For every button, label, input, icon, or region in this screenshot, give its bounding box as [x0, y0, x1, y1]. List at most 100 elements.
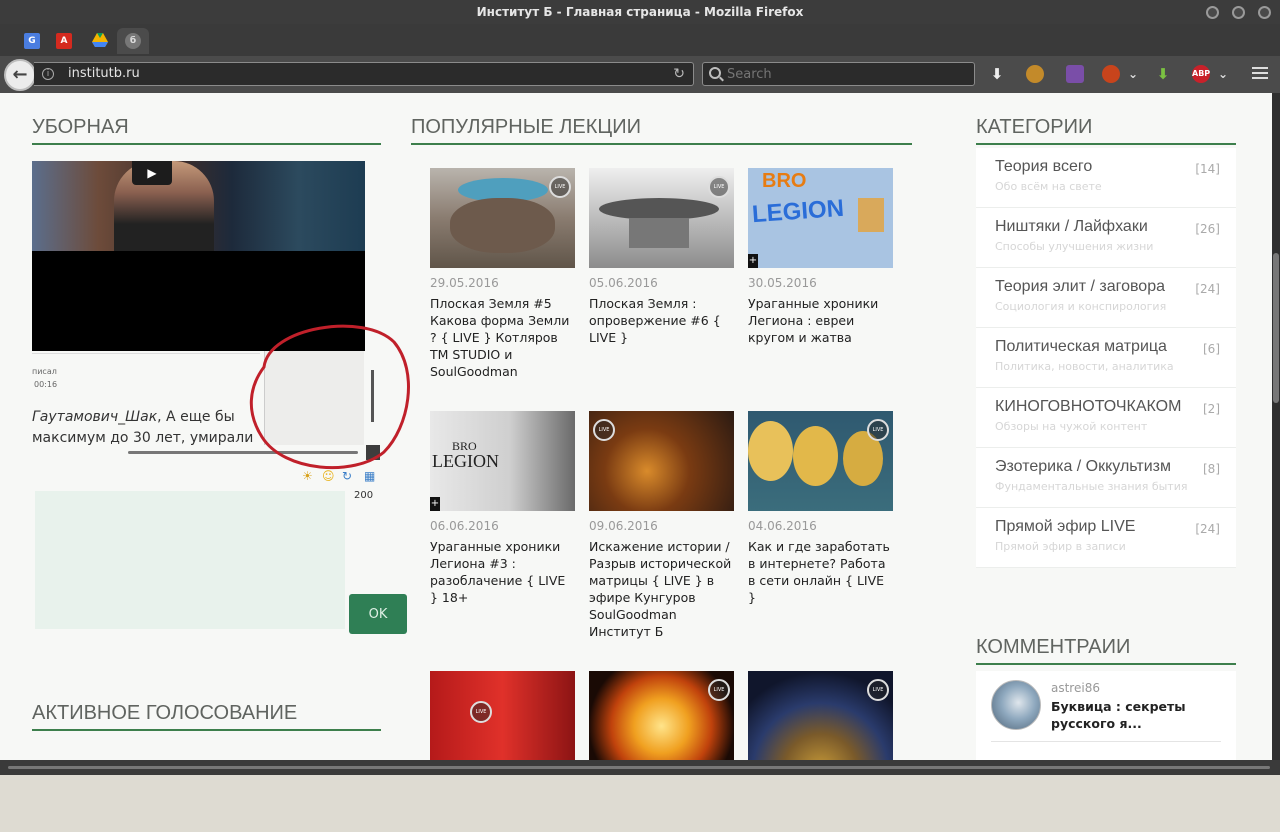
chat-message-input[interactable]	[35, 491, 345, 629]
tab-bar: G A б +	[0, 24, 1280, 73]
back-button[interactable]: ←	[4, 59, 36, 91]
extension-icon[interactable]	[1102, 65, 1120, 83]
url-bar[interactable]: i institutb.ru ↻	[34, 62, 694, 86]
lecture-date: 05.06.2016	[589, 276, 658, 290]
lecture-thumbnail[interactable]: LIVE	[430, 671, 575, 760]
comment-item[interactable]: astrei86 Буквица : секреты русского я...	[976, 671, 1236, 760]
chat-message-user[interactable]: Гаутамович_Шак	[32, 409, 157, 425]
lecture-date: 29.05.2016	[430, 276, 499, 290]
lecture-title[interactable]: Плоская Земля #5 Какова форма Земли ? { …	[430, 295, 575, 380]
category-item[interactable]: Политическая матрица [6] Политика, новости…	[976, 328, 1236, 388]
video-frame	[32, 161, 365, 251]
lecture-title[interactable]: Плоская Земля : опровержение #6 { LIVE }	[589, 295, 734, 346]
download-icon[interactable]: ⬇	[988, 65, 1006, 83]
lecture-thumbnail[interactable]: LIVE	[748, 671, 893, 760]
category-item[interactable]: Эзотерика / Оккультизм [8] Фундаментальные…	[976, 448, 1236, 508]
lecture-thumbnail[interactable]: BRO LEGION +	[748, 168, 893, 268]
lecture-thumbnail[interactable]: LIVE	[589, 168, 734, 268]
page-vertical-scrollbar[interactable]	[1272, 93, 1280, 760]
chat-meta: писал 00:16	[32, 367, 58, 389]
lecture-date: 30.05.2016	[748, 276, 817, 290]
navigation-toolbar: ← i institutb.ru ↻ ⬇ ⌄ ⬇ ABP ⌄	[0, 56, 1280, 93]
voting-section-title: АКТИВНОЕ ГОЛОСОВАНИЕ	[32, 702, 381, 731]
chat-side-panel	[264, 351, 364, 445]
search-bar[interactable]	[702, 62, 975, 86]
play-icon[interactable]: ▶	[132, 161, 172, 185]
video-player[interactable]: ▶	[32, 161, 365, 351]
chevron-down-icon[interactable]: ⌄	[1214, 65, 1232, 83]
window-titlebar: Институт Б - Главная страница - Mozilla …	[0, 0, 1280, 24]
url-text: institutb.ru	[68, 66, 140, 81]
emoji-toolbar: ☀ ☺ ↻ ▦	[302, 469, 382, 485]
chat-message: Гаутамович_Шак, А еще бы максимум до 30 …	[32, 407, 260, 449]
lecture-title[interactable]: Ураганные хроники Легиона : евреи кругом…	[748, 295, 893, 346]
refresh-icon[interactable]: ↻	[342, 469, 352, 483]
smile-icon[interactable]: ☀	[302, 469, 313, 483]
web-page: УБОРНАЯ ▶ писал 00:16 Гаутамович_Шак, А …	[0, 93, 1272, 760]
lecture-thumbnail[interactable]: LIVE	[748, 411, 893, 511]
category-item[interactable]: Теория всего [14] Обо всём на свете	[976, 148, 1236, 208]
scrollbar-corner	[366, 445, 380, 460]
adobe-reader-icon: A	[56, 33, 72, 49]
chat-section-title: УБОРНАЯ	[32, 116, 381, 145]
tab-google-translate[interactable]: G	[16, 28, 48, 54]
chat-horizontal-scrollbar[interactable]	[128, 451, 358, 454]
lecture-card[interactable]: LIVE 05.06.2016 Плоская Земля : опроверж…	[589, 168, 734, 346]
minimize-button[interactable]	[1206, 6, 1219, 19]
google-translate-icon: G	[24, 33, 40, 49]
category-item[interactable]: Ништяки / Лайфхаки [26] Способы улучшения …	[976, 208, 1236, 268]
close-window-button[interactable]	[1258, 6, 1271, 19]
avatar[interactable]	[991, 680, 1041, 730]
info-icon[interactable]: i	[42, 68, 54, 80]
page-horizontal-scrollbar[interactable]	[0, 760, 1280, 775]
lecture-date: 06.06.2016	[430, 519, 499, 533]
lecture-title[interactable]: Ураганные хроники Легиона #3 : разоблаче…	[430, 538, 575, 606]
reload-icon[interactable]: ↻	[673, 63, 685, 85]
lecture-card[interactable]: LIVE	[430, 671, 575, 760]
category-item[interactable]: КИНОГОВНОТОЧКАКОМ [2] Обзоры на чужой конт…	[976, 388, 1236, 448]
ok-button[interactable]: OK	[349, 594, 407, 634]
tab-adobe[interactable]: A	[48, 28, 80, 54]
comment-user[interactable]: astrei86	[1051, 681, 1100, 695]
google-drive-icon	[92, 32, 108, 51]
lecture-date: 04.06.2016	[748, 519, 817, 533]
chevron-down-icon[interactable]: ⌄	[1124, 65, 1142, 83]
lecture-card[interactable]: BRO LEGION + 06.06.2016 Ураганные хроник…	[430, 411, 575, 606]
search-icon	[709, 67, 721, 79]
lecture-thumbnail[interactable]: LIVE	[589, 671, 734, 760]
download-green-icon[interactable]: ⬇	[1154, 65, 1172, 83]
maximize-button[interactable]	[1232, 6, 1245, 19]
lecture-card[interactable]: LIVE	[589, 671, 734, 760]
lecture-date: 09.06.2016	[589, 519, 658, 533]
tab-google-drive[interactable]	[84, 28, 116, 54]
char-counter: 200	[354, 490, 374, 501]
lecture-thumbnail[interactable]: LIVE	[589, 411, 734, 511]
lecture-title[interactable]: Искажение истории / Разрыв исторической …	[589, 538, 734, 640]
chat-scrollbar[interactable]	[371, 370, 374, 422]
lectures-section-title: ПОПУЛЯРНЫЕ ЛЕКЦИИ	[411, 116, 912, 145]
categories-section-title: КАТЕГОРИИ	[976, 116, 1236, 145]
search-input[interactable]	[727, 65, 967, 83]
hamburger-menu-icon[interactable]	[1252, 67, 1268, 81]
extension-icon[interactable]	[1066, 65, 1084, 83]
emoji-icon[interactable]: ☺	[322, 469, 335, 483]
lecture-thumbnail[interactable]: BRO LEGION +	[430, 411, 575, 511]
settings-icon[interactable]: ▦	[364, 469, 375, 483]
institut-b-favicon: б	[125, 33, 141, 49]
lecture-card[interactable]: LIVE 09.06.2016 Искажение истории / Разр…	[589, 411, 734, 640]
lecture-card[interactable]: LIVE	[748, 671, 893, 760]
extension-icon[interactable]	[1026, 65, 1044, 83]
comment-text[interactable]: Буквица : секреты русского я...	[1051, 698, 1221, 732]
lecture-card[interactable]: LIVE 04.06.2016 Как и где заработать в и…	[748, 411, 893, 606]
lecture-thumbnail[interactable]: LIVE	[430, 168, 575, 268]
category-item[interactable]: Прямой эфир LIVE [24] Прямой эфир в записи	[976, 508, 1236, 568]
lecture-title[interactable]: Как и где заработать в интернете? Работа…	[748, 538, 893, 606]
adblock-icon[interactable]: ABP	[1192, 65, 1210, 83]
window-title: Институт Б - Главная страница - Mozilla …	[476, 5, 804, 19]
tab-institut-b[interactable]: б	[117, 28, 149, 54]
lecture-card[interactable]: BRO LEGION + 30.05.2016 Ураганные хроник…	[748, 168, 893, 346]
lecture-card[interactable]: LIVE 29.05.2016 Плоская Земля #5 Какова …	[430, 168, 575, 380]
category-list: Теория всего [14] Обо всём на свете Ништяк…	[976, 148, 1236, 568]
category-item[interactable]: Теория элит / заговора [24] Социология и к…	[976, 268, 1236, 328]
comments-section-title: КОММЕНТРАИИ	[976, 636, 1236, 665]
